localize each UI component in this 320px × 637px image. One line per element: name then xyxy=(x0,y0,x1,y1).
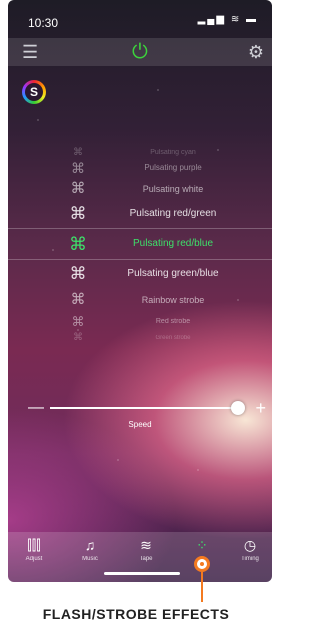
speed-decrease-button[interactable]: — xyxy=(28,398,44,418)
speed-label: Speed xyxy=(128,420,152,429)
effect-row-selected[interactable]: ⌘ Pulsating red/blue xyxy=(8,228,272,260)
status-bar: 10:30 ▂▄▆ ≋ ▬ xyxy=(8,0,272,36)
tab-tape[interactable]: ≋ Tape xyxy=(126,536,166,564)
command-icon: ⌘ xyxy=(71,160,85,176)
effects-grid-icon: ⁘ xyxy=(196,537,208,553)
tab-label: Adjust xyxy=(25,556,43,562)
effect-label: Green strobe xyxy=(155,335,191,341)
effect-row[interactable]: ⌘ Pulsating red/green xyxy=(8,200,272,228)
phone-screen: 10:30 ▂▄▆ ≋ ▬ ☰ ⏻ ⚙ S ⌘ Pulsating cyan ⌘… xyxy=(8,0,272,582)
brand-logo-letter: S xyxy=(25,83,43,101)
effect-row[interactable]: ⌘ Red strobe xyxy=(8,312,272,332)
tab-label: Music xyxy=(82,556,98,562)
command-icon: ⌘ xyxy=(69,264,87,283)
tape-wave-icon: ≋ xyxy=(140,537,152,553)
command-icon: ⌘ xyxy=(71,314,85,329)
command-icon: ⌘ xyxy=(70,291,86,308)
effect-row[interactable]: ⌘ Pulsating cyan xyxy=(8,148,272,158)
effect-row[interactable]: ⌘ Rainbow strobe xyxy=(8,288,272,312)
stopwatch-icon: ◷ xyxy=(243,537,257,553)
speed-increase-button[interactable]: + xyxy=(255,398,266,418)
command-icon: ⌘ xyxy=(73,147,83,158)
effect-row[interactable]: ⌘ Pulsating purple xyxy=(8,158,272,178)
callout-caption: FLASH/STROBE EFFECTS xyxy=(42,606,230,622)
effect-row[interactable]: ⌘ Pulsating white xyxy=(8,178,272,200)
tab-label: Tape xyxy=(139,556,153,562)
command-icon: ⌘ xyxy=(73,332,83,343)
command-icon: ⌘ xyxy=(70,180,86,197)
power-icon[interactable]: ⏻ xyxy=(132,41,148,63)
callout-marker xyxy=(194,556,210,572)
tab-music[interactable]: ♫ Music xyxy=(70,536,110,564)
command-icon: ⌘ xyxy=(69,234,87,254)
effect-row[interactable]: ⌘ Green strobe xyxy=(8,332,272,344)
speed-slider-fill xyxy=(50,407,239,409)
effect-label: Pulsating red/blue xyxy=(132,238,214,249)
effect-label: Red strobe xyxy=(155,318,191,325)
sliders-icon: ⫿⫿⫿ xyxy=(27,537,41,553)
speed-slider-thumb[interactable] xyxy=(231,401,246,415)
command-icon: ⌘ xyxy=(69,204,87,223)
top-toolbar: ☰ ⏻ ⚙ xyxy=(8,38,272,66)
menu-icon[interactable]: ☰ xyxy=(22,41,38,63)
speed-control: — + Speed xyxy=(8,398,272,438)
effect-label: Pulsating cyan xyxy=(150,149,196,156)
status-time: 10:30 xyxy=(28,16,59,30)
music-note-icon: ♫ xyxy=(84,537,96,553)
speed-slider-track[interactable] xyxy=(50,401,246,415)
effect-label: Pulsating purple xyxy=(144,163,202,172)
tab-effects[interactable]: ⁘ xyxy=(182,536,222,554)
brand-logo[interactable]: S xyxy=(22,80,46,104)
home-indicator xyxy=(104,572,180,575)
effect-row[interactable]: ⌘ Pulsating green/blue xyxy=(8,260,272,288)
tab-timing[interactable]: ◷ Timing xyxy=(230,536,270,564)
effect-label: Pulsating green/blue xyxy=(127,268,219,279)
effects-picker[interactable]: ⌘ Pulsating cyan ⌘ Pulsating purple ⌘ Pu… xyxy=(8,148,272,344)
callout-line xyxy=(201,572,203,602)
tab-adjust[interactable]: ⫿⫿⫿ Adjust xyxy=(14,536,54,564)
gear-icon[interactable]: ⚙ xyxy=(248,41,264,63)
effect-label: Pulsating red/green xyxy=(129,208,217,219)
status-icons: ▂▄▆ ≋ ▬ xyxy=(197,14,258,25)
effect-label: Rainbow strobe xyxy=(141,295,205,305)
tab-label: Timing xyxy=(241,556,259,562)
effect-label: Pulsating white xyxy=(142,184,204,194)
